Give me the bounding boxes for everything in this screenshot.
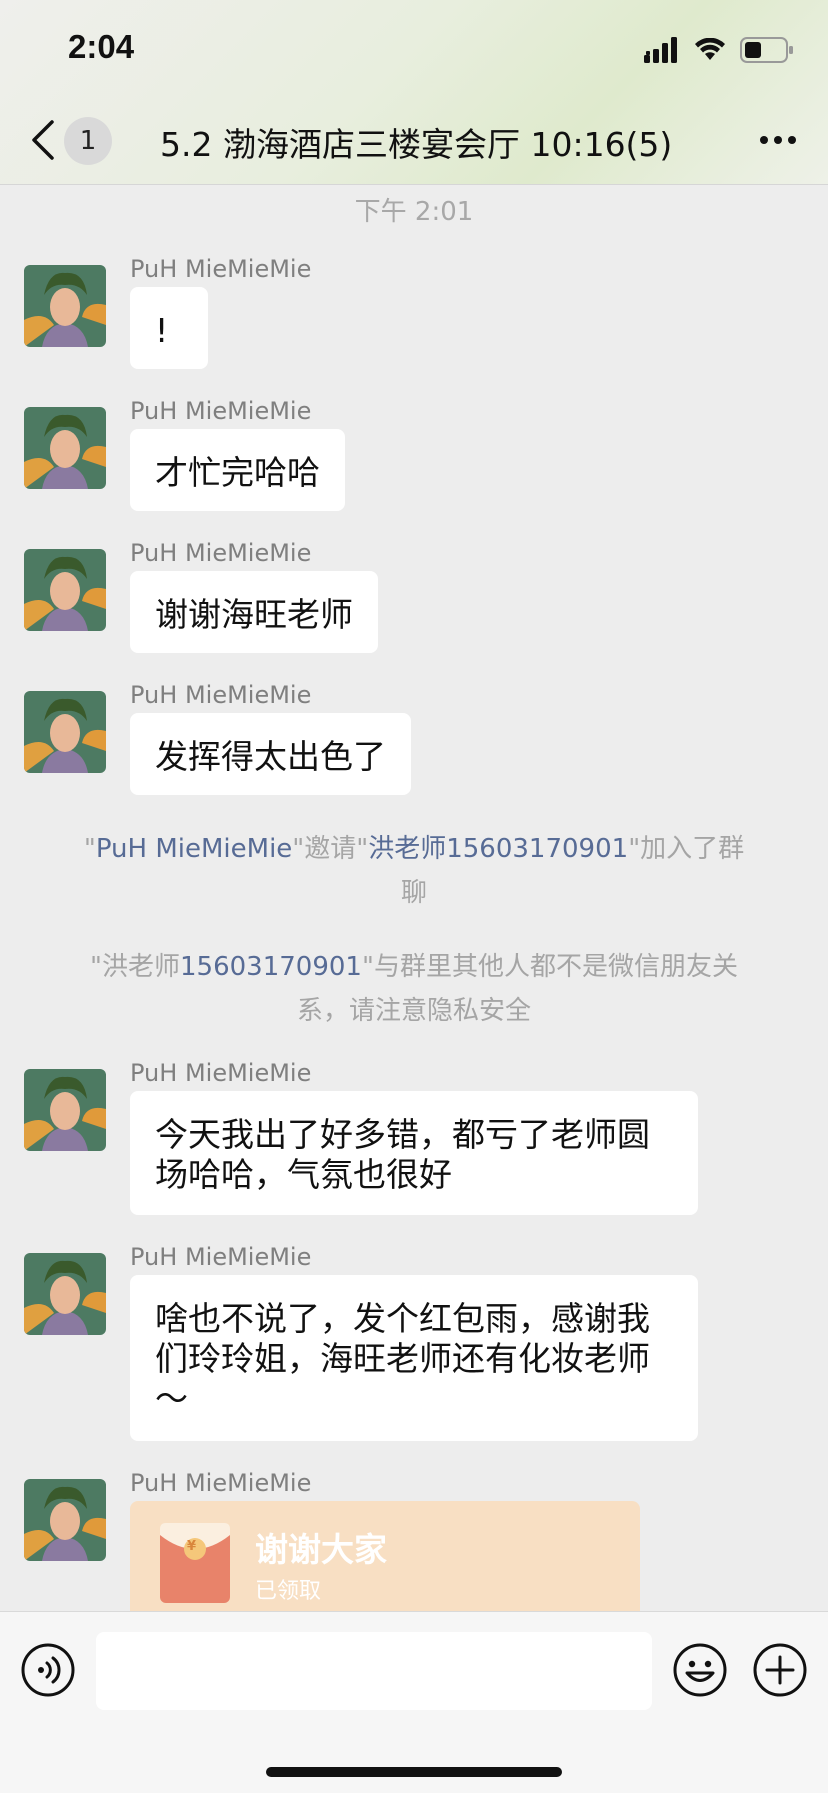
top-bar: 2:04 1 5.2 渤海酒店三楼宴会厅 10:16(5) — [0, 0, 828, 185]
sender-name: PuH MieMieMie — [130, 397, 312, 425]
invite-tail: "加入了群 — [628, 834, 745, 864]
time-divider: 下午 2:01 — [354, 197, 474, 227]
message-line: 今天我出了好多错，都亏了老师圆 — [155, 1115, 650, 1154]
sender-name: PuH MieMieMie — [130, 681, 312, 709]
quote-mark: " — [83, 834, 96, 864]
message-line: 场哈哈，气氛也很好 — [155, 1155, 452, 1194]
avatar-image — [24, 1253, 106, 1335]
avatar[interactable] — [24, 1479, 106, 1561]
privacy-number-link[interactable]: 15603170901 — [180, 952, 362, 982]
avatar[interactable] — [24, 265, 106, 347]
avatar[interactable] — [24, 407, 106, 489]
red-packet-status: 已领取 — [255, 1579, 322, 1604]
message-bubble[interactable]: 才忙完哈哈 — [130, 429, 345, 511]
wifi-icon — [695, 38, 725, 60]
chat-title: 5.2 渤海酒店三楼宴会厅 10:16(5) — [160, 125, 673, 164]
avatar[interactable] — [24, 691, 106, 773]
status-time: 2:04 — [68, 28, 135, 65]
sender-name: PuH MieMieMie — [130, 255, 312, 283]
system-notice-privacy: "洪老师15603170901"与群里其他人都不是微信朋友关系，请注意隐私安全 — [60, 945, 768, 1033]
privacy-text: "与群里其他人都不是微信朋友关 — [361, 952, 738, 982]
battery-icon — [740, 37, 793, 63]
invite-tail-2: 聊 — [400, 878, 427, 908]
avatar-image — [24, 691, 106, 773]
message-line: ～ — [155, 1379, 188, 1418]
message-line: 啥也不说了，发个红包雨，感谢我 — [155, 1299, 650, 1338]
signal-icon — [644, 37, 677, 63]
message-bubble[interactable]: 啥也不说了，发个红包雨，感谢我 们玲玲姐，海旺老师还有化妆老师 ～ — [130, 1275, 698, 1441]
unread-badge[interactable]: 1 — [64, 117, 112, 165]
sender-name: PuH MieMieMie — [130, 1243, 312, 1271]
add-attachment-icon[interactable] — [752, 1642, 808, 1698]
sender-name: PuH MieMieMie — [130, 539, 312, 567]
back-chevron-icon[interactable] — [28, 116, 58, 164]
message-bubble[interactable]: 发挥得太出色了 — [130, 713, 411, 795]
invite-text: "邀请" — [292, 834, 369, 864]
yuan-symbol: ¥ — [187, 1539, 197, 1554]
voice-input-icon[interactable] — [20, 1642, 76, 1698]
message-bubble[interactable]: ! — [130, 287, 208, 369]
avatar-image — [24, 549, 106, 631]
red-packet-message[interactable]: ¥ 谢谢大家 已领取 — [130, 1501, 640, 1611]
red-packet-title: 谢谢大家 — [255, 1530, 387, 1569]
message-bubble[interactable]: 今天我出了好多错，都亏了老师圆 场哈哈，气氛也很好 — [130, 1091, 698, 1215]
inviter-link[interactable]: PuH MieMieMie — [96, 834, 292, 864]
avatar-image — [24, 407, 106, 489]
message-line: 们玲玲姐，海旺老师还有化妆老师 — [155, 1339, 650, 1378]
sender-name: PuH MieMieMie — [130, 1059, 312, 1087]
input-bar — [0, 1611, 828, 1793]
avatar-image — [24, 1479, 106, 1561]
invitee-link[interactable]: 洪老师15603170901 — [368, 834, 628, 864]
avatar-image — [24, 265, 106, 347]
message-input[interactable] — [96, 1632, 652, 1710]
emoji-icon[interactable] — [672, 1642, 728, 1698]
privacy-prefix: "洪老师 — [90, 952, 181, 982]
privacy-text-2: 系，请注意隐私安全 — [296, 996, 531, 1026]
home-indicator[interactable] — [266, 1767, 562, 1777]
system-notice-invite: "PuH MieMieMie"邀请"洪老师15603170901"加入了群聊 — [60, 827, 768, 915]
avatar[interactable] — [24, 1253, 106, 1335]
chat-area[interactable]: 下午 2:01 PuH MieMieMie ! PuH MieMieMie 才忙… — [0, 185, 828, 1611]
red-packet-icon — [160, 1523, 230, 1603]
avatar[interactable] — [24, 1069, 106, 1151]
sender-name: PuH MieMieMie — [130, 1469, 312, 1497]
message-bubble[interactable]: 谢谢海旺老师 — [130, 571, 378, 653]
status-icons — [644, 34, 794, 66]
avatar[interactable] — [24, 549, 106, 631]
avatar-image — [24, 1069, 106, 1151]
more-options-icon[interactable] — [758, 122, 798, 158]
